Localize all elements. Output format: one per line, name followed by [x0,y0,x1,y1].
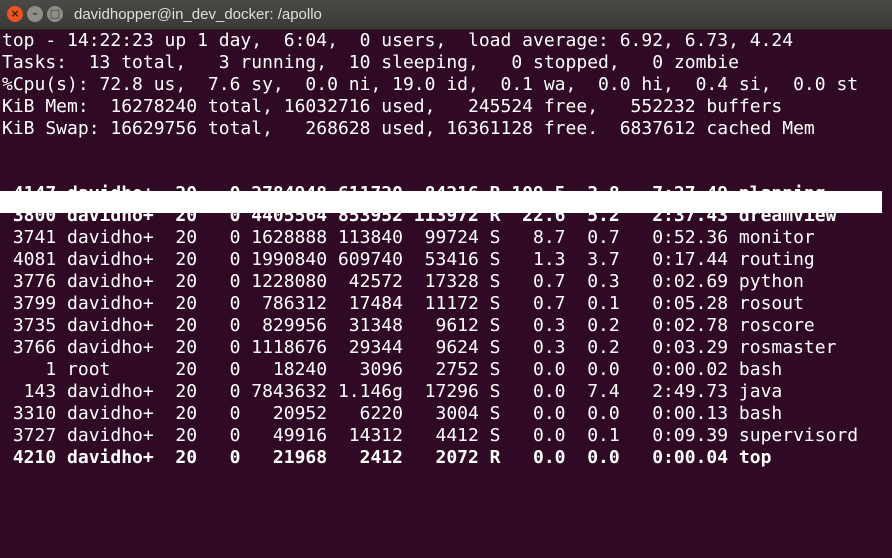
table-header: PID USER PR NI VIRT RES SHR S %CPU %MEM … [2,161,815,182]
maximize-button[interactable]: □ [47,6,63,22]
maximize-icon: □ [49,7,61,20]
process-row: 4210 davidho+ 20 0 21968 2412 2072 R 0.0… [2,447,772,468]
close-button[interactable]: × [7,6,23,22]
title-bar: × – □ davidhopper@in_dev_docker: /apollo [0,0,892,30]
process-row: 4147 davidho+ 20 0 2784948 611720 84216 … [2,183,826,204]
terminal-area[interactable]: top - 14:22:23 up 1 day, 6:04, 0 users, … [0,30,892,558]
process-row: 3800 davidho+ 20 0 4405564 853952 113972… [2,205,837,226]
tasks-line: Tasks: 13 total, 3 running, 10 sleeping,… [2,52,739,73]
process-row: 3310 davidho+ 20 0 20952 6220 3004 S 0.0… [2,403,783,424]
process-row: 4081 davidho+ 20 0 1990840 609740 53416 … [2,249,815,270]
uptime-line: top - 14:22:23 up 1 day, 6:04, 0 users, … [2,30,794,51]
close-icon: × [10,7,20,20]
mem-line: KiB Mem: 16278240 total, 16032716 used, … [2,96,783,117]
process-row: 3776 davidho+ 20 0 1228080 42572 17328 S… [2,271,804,292]
process-row: 3799 davidho+ 20 0 786312 17484 11172 S … [2,293,804,314]
minimize-icon: – [32,7,38,20]
process-row: 3735 davidho+ 20 0 829956 31348 9612 S 0… [2,315,815,336]
scrollbar[interactable] [886,30,892,558]
minimize-button[interactable]: – [27,6,43,22]
process-row: 143 davidho+ 20 0 7843632 1.146g 17296 S… [2,381,783,402]
swap-line: KiB Swap: 16629756 total, 268628 used, 1… [2,118,815,139]
process-row: 3766 davidho+ 20 0 1118676 29344 9624 S … [2,337,837,358]
process-row: 3741 davidho+ 20 0 1628888 113840 99724 … [2,227,815,248]
process-row: 3727 davidho+ 20 0 49916 14312 4412 S 0.… [2,425,859,446]
process-row: 1 root 20 0 18240 3096 2752 S 0.0 0.0 0:… [2,359,783,380]
window-title: davidhopper@in_dev_docker: /apollo [74,6,322,23]
cpu-line: %Cpu(s): 72.8 us, 7.6 sy, 0.0 ni, 19.0 i… [2,74,859,95]
